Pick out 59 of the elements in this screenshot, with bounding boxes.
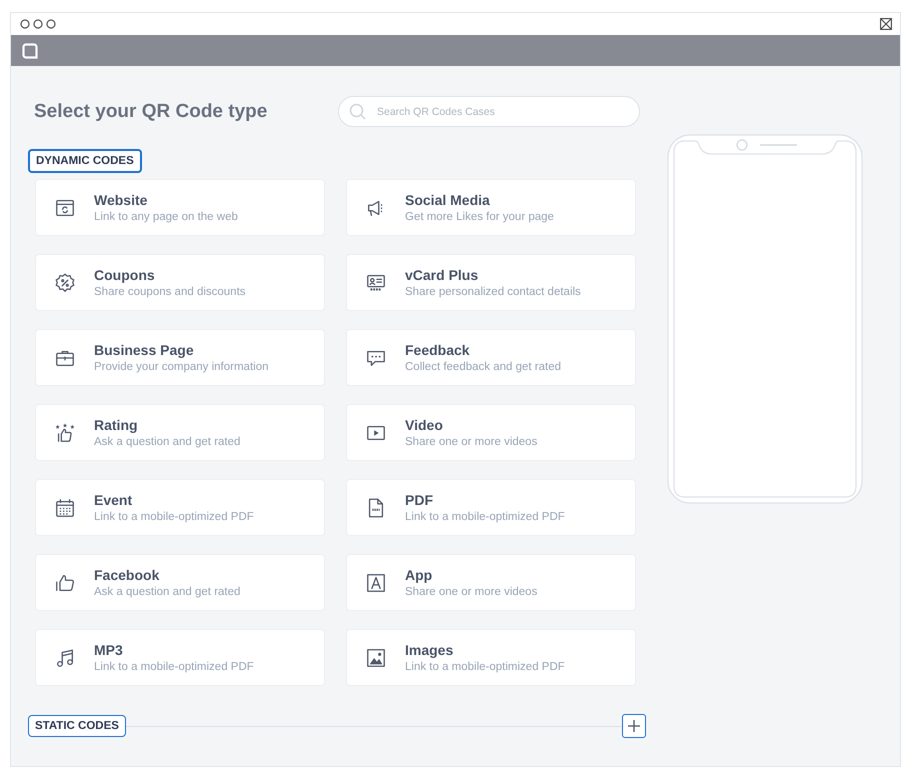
- section-tab[interactable]: DYNAMIC CODES: [28, 149, 142, 173]
- app-store-icon: [365, 572, 387, 594]
- card-title: App: [405, 567, 434, 583]
- card-title: PDF: [405, 492, 434, 508]
- calendar-icon: [54, 496, 76, 518]
- card-description: Get more Likes for your page: [405, 211, 554, 223]
- code-type-card[interactable]: Event Link to a mobile-optimized PDF: [35, 479, 325, 536]
- card-title: Facebook: [94, 567, 160, 583]
- card-description: Ask a question and get rated: [94, 586, 240, 598]
- card-title: Rating: [94, 417, 139, 433]
- close-icon[interactable]: [880, 18, 892, 30]
- image-icon: [365, 646, 387, 668]
- card-description: Share personalized contact details: [405, 286, 581, 298]
- music-note-icon: [54, 646, 76, 668]
- card-title: vCard Plus: [405, 267, 480, 283]
- card-description: Provide your company information: [94, 361, 268, 373]
- card-title: Business Page: [94, 342, 195, 358]
- window-dot-icon[interactable]: [20, 19, 30, 29]
- stars-thumb-icon: [54, 422, 76, 444]
- code-type-card[interactable]: Feedback Collect feedback and get rated: [346, 329, 636, 386]
- card-title: Coupons: [94, 267, 156, 283]
- plus-icon: [628, 720, 640, 732]
- logo-icon[interactable]: [22, 42, 38, 58]
- search-field[interactable]: Search QR Codes Cases: [338, 96, 640, 127]
- card-title: Feedback: [405, 342, 471, 358]
- window-dot-icon[interactable]: [46, 19, 56, 29]
- card-description: Share one or more videos: [405, 436, 538, 448]
- code-type-card[interactable]: Images Link to a mobile-optimized PDF: [346, 629, 636, 686]
- code-type-card[interactable]: Rating Ask a question and get rated: [35, 404, 325, 461]
- percent-badge-icon: [54, 272, 76, 294]
- expand-button[interactable]: [622, 714, 646, 738]
- code-type-card[interactable]: Coupons Share coupons and discounts: [35, 254, 325, 311]
- card-description: Link to any page on the web: [94, 211, 238, 223]
- window-dot-icon[interactable]: [33, 19, 43, 29]
- card-title: Social Media: [405, 192, 491, 208]
- card-description: Link to a mobile-optimized PDF: [405, 511, 565, 523]
- card-description: Link to a mobile-optimized PDF: [94, 511, 254, 523]
- card-description: Collect feedback and get rated: [405, 361, 561, 373]
- code-type-card[interactable]: Business Page Provide your company information: [35, 329, 325, 386]
- card-title: Event: [94, 492, 134, 508]
- code-type-card[interactable]: vCard Plus Share personalized contact details: [346, 254, 636, 311]
- section-tab[interactable]: STATIC CODES: [28, 715, 126, 737]
- code-type-card[interactable]: MP3 Link to a mobile-optimized PDF: [35, 629, 325, 686]
- code-type-card[interactable]: Social Media Get more Likes for your page: [346, 179, 636, 236]
- code-type-card[interactable]: Website Link to any page on the web: [35, 179, 325, 236]
- code-type-card[interactable]: App Share one or more videos: [346, 554, 636, 611]
- page-title: Select your QR Code type: [34, 100, 268, 122]
- card-description: Link to a mobile-optimized PDF: [405, 661, 565, 673]
- card-title: MP3: [94, 642, 124, 658]
- card-title: Images: [405, 642, 454, 658]
- card-description: Share one or more videos: [405, 586, 538, 598]
- card-title: Website: [94, 192, 148, 208]
- code-type-card[interactable]: Facebook Ask a question and get rated: [35, 554, 325, 611]
- card-description: Share coupons and discounts: [94, 286, 246, 298]
- code-type-card[interactable]: PDF Link to a mobile-optimized PDF: [346, 479, 636, 536]
- card-description: Ask a question and get rated: [94, 436, 240, 448]
- code-type-card[interactable]: Video Share one or more videos: [346, 404, 636, 461]
- card-description: Link to a mobile-optimized PDF: [94, 661, 254, 673]
- card-title: Video: [405, 417, 444, 433]
